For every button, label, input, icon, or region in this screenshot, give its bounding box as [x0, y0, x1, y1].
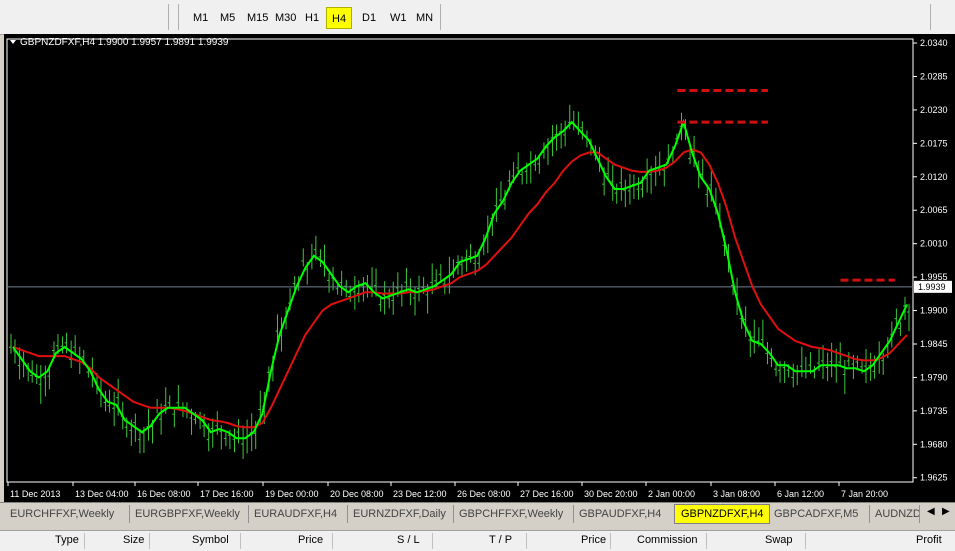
x-tick-label: 23 Dec 12:00 — [393, 489, 447, 499]
chart-tab[interactable]: AUDNZD — [869, 505, 920, 523]
chart-tab[interactable]: GBPNZDFXF,H4 — [674, 504, 770, 524]
column-separator — [610, 533, 611, 549]
column-separator — [805, 533, 806, 549]
y-tick-label: 1.9735 — [920, 406, 948, 416]
current-price-label: 1.9939 — [918, 282, 946, 292]
y-tick-label: 1.9845 — [920, 339, 948, 349]
toolbar-separator — [930, 4, 931, 30]
column-separator — [706, 533, 707, 549]
column-header-t-p[interactable]: T / P — [489, 534, 512, 546]
column-separator — [332, 533, 333, 549]
x-tick-label: 30 Dec 20:00 — [584, 489, 638, 499]
chart-tab[interactable]: EURAUDFXF,H4 — [248, 505, 348, 523]
x-tick-label: 6 Jan 12:00 — [777, 489, 824, 499]
plot-frame — [6, 38, 914, 483]
column-separator — [240, 533, 241, 549]
column-separator — [432, 533, 433, 549]
y-tick-label: 2.0340 — [920, 38, 948, 48]
y-tick-label: 2.0120 — [920, 172, 948, 182]
x-tick-label: 26 Dec 08:00 — [457, 489, 511, 499]
y-tick-label: 1.9790 — [920, 372, 948, 382]
timeframe-d1-button[interactable]: D1 — [357, 7, 381, 29]
slow-ma-line — [12, 148, 908, 429]
column-header-type[interactable]: Type — [55, 534, 79, 546]
toolbar-separator — [168, 4, 169, 30]
column-header-size[interactable]: Size — [123, 534, 144, 546]
toolbar-separator — [178, 4, 179, 30]
timeframe-m1-button[interactable]: M1 — [188, 7, 213, 29]
chart-tab[interactable]: GBPCHFFXF,Weekly — [453, 505, 574, 523]
timeframe-mn-button[interactable]: MN — [411, 7, 438, 29]
timeframe-w1-button[interactable]: W1 — [385, 7, 412, 29]
y-tick-label: 2.0010 — [920, 239, 948, 249]
y-tick-label: 1.9680 — [920, 439, 948, 449]
toolbar-separator — [440, 4, 441, 30]
chart-canvas[interactable]: GBPNZDFXF,H4 1.9900 1.9957 1.9891 1.9939… — [4, 34, 955, 502]
x-tick-label: 27 Dec 16:00 — [520, 489, 574, 499]
column-header-swap[interactable]: Swap — [765, 534, 793, 546]
column-separator — [526, 533, 527, 549]
y-tick-label: 1.9900 — [920, 306, 948, 316]
y-tick-label: 2.0230 — [920, 105, 948, 115]
timeframe-h1-button[interactable]: H1 — [300, 7, 324, 29]
x-tick-label: 3 Jan 08:00 — [713, 489, 760, 499]
column-header-commission[interactable]: Commission — [637, 534, 698, 546]
x-tick-label: 17 Dec 16:00 — [200, 489, 254, 499]
x-tick-label: 7 Jan 20:00 — [841, 489, 888, 499]
column-header-s-l[interactable]: S / L — [397, 534, 420, 546]
column-separator — [84, 533, 85, 549]
y-tick-label: 2.0065 — [920, 205, 948, 215]
terminal-header: Type Size Symbol Price S / L T / P Price Commis… — [0, 530, 955, 551]
x-tick-label: 2 Jan 00:00 — [648, 489, 695, 499]
column-header-profit[interactable]: Profit — [916, 534, 942, 546]
column-header-symbol[interactable]: Symbol — [192, 534, 229, 546]
column-header-price[interactable]: Price — [581, 534, 606, 546]
timeframe-m5-button[interactable]: M5 — [215, 7, 240, 29]
fast-ma-line — [12, 118, 908, 440]
x-tick-label: 13 Dec 04:00 — [75, 489, 129, 499]
chart-header: GBPNZDFXF,H4 1.9900 1.9957 1.9891 1.9939 — [20, 37, 229, 48]
chart-tabs: EURCHFFXF,Weekly EURGBPFXF,Weekly EURAUDFX… — [0, 502, 955, 525]
timeframe-m30-button[interactable]: M30 — [270, 7, 301, 29]
x-tick-label: 19 Dec 00:00 — [265, 489, 319, 499]
column-header-price[interactable]: Price — [298, 534, 323, 546]
chart-tab[interactable]: EURCHFFXF,Weekly — [4, 505, 130, 523]
tab-scroll-left-icon[interactable]: ◀ — [927, 506, 935, 517]
chart-tab[interactable]: EURGBPFXF,Weekly — [129, 505, 249, 523]
x-tick-label: 20 Dec 08:00 — [330, 489, 384, 499]
x-tick-label: 16 Dec 08:00 — [137, 489, 191, 499]
price-chart[interactable]: GBPNZDFXF,H4 1.9900 1.9957 1.9891 1.9939… — [4, 34, 955, 502]
y-tick-label: 1.9625 — [920, 473, 948, 483]
chart-tab[interactable]: EURNZDFXF,Daily — [347, 505, 454, 523]
timeframe-m15-button[interactable]: M15 — [242, 7, 273, 29]
column-separator — [149, 533, 150, 549]
y-tick-label: 2.0285 — [920, 71, 948, 81]
chart-tab[interactable]: GBPCADFXF,M5 — [768, 505, 870, 523]
x-tick-label: 11 Dec 2013 — [10, 489, 60, 499]
timeframe-toolbar: M1 M5 M15 M30 H1 H4 D1 W1 MN — [0, 0, 955, 35]
collapse-triangle-icon — [10, 40, 16, 44]
y-tick-label: 1.9955 — [920, 272, 948, 282]
y-tick-label: 2.0175 — [920, 138, 948, 148]
timeframe-h4-button[interactable]: H4 — [326, 7, 353, 29]
chart-tab[interactable]: GBPAUDFXF,H4 — [573, 505, 675, 523]
tab-scroll-right-icon[interactable]: ▶ — [942, 506, 950, 517]
